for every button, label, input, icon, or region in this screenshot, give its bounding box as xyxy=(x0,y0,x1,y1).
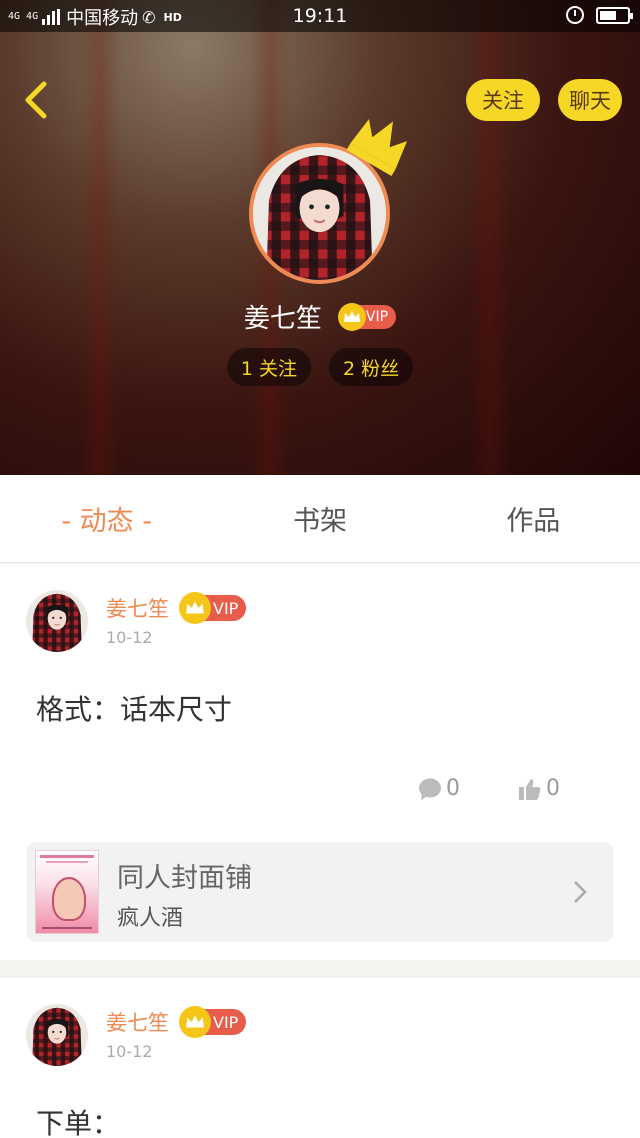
avatar[interactable] xyxy=(26,590,88,652)
like-button[interactable]: 0 xyxy=(518,776,560,801)
status-right xyxy=(566,6,633,24)
comment-icon xyxy=(419,778,441,800)
alarm-icon xyxy=(566,6,584,24)
back-button[interactable] xyxy=(18,80,58,120)
tab-works[interactable]: 作品 xyxy=(427,475,640,562)
status-bar: 4G 4G 中国移动 ✆ HD 19:11 xyxy=(0,0,640,32)
tab-bookshelf[interactable]: 书架 xyxy=(213,475,426,562)
card-title: 同人封面铺 xyxy=(117,863,252,894)
comment-count: 0 xyxy=(446,776,460,801)
card-subtitle: 疯人酒 xyxy=(117,906,184,931)
post-date: 10-12 xyxy=(106,1042,153,1061)
thumbs-up-icon xyxy=(519,778,541,800)
background-streak xyxy=(80,0,120,475)
vip-label: VIP xyxy=(213,1012,239,1032)
profile-name: 姜七笙 xyxy=(243,304,322,334)
vip-badge: VIP xyxy=(337,302,397,331)
linked-work-card[interactable]: 同人封面铺 疯人酒 xyxy=(27,842,613,942)
vip-badge: VIP xyxy=(179,592,247,624)
back-chevron-icon xyxy=(25,81,47,119)
avatar[interactable] xyxy=(26,1004,88,1066)
post-author[interactable]: 姜七笙 xyxy=(106,593,169,623)
background-streak xyxy=(470,0,510,475)
feed-post: 姜七笙 VIP 10-12 下单： xyxy=(0,978,640,1138)
post-text: 格式：话本尺寸 xyxy=(36,693,233,726)
post-author-row: 姜七笙 VIP xyxy=(106,1006,247,1038)
chat-button[interactable]: 聊天 xyxy=(558,79,622,121)
profile-name-row: 姜七笙 VIP xyxy=(0,298,640,335)
post-author[interactable]: 姜七笙 xyxy=(106,1007,169,1037)
post-text: 下单： xyxy=(36,1107,121,1138)
crown-coin-icon xyxy=(179,1006,211,1038)
feed-post: 姜七笙 VIP 10-12 格式：话本尺寸 0 0 同人封面铺 疯人酒 xyxy=(0,564,640,960)
crown-coin-icon xyxy=(179,592,211,624)
following-count[interactable]: 1 关注 xyxy=(226,348,311,386)
profile-tabs: - 动态 - 书架 作品 xyxy=(0,475,640,563)
crown-coin-icon xyxy=(337,302,366,331)
post-actions: 0 0 xyxy=(418,776,560,801)
battery-icon xyxy=(596,6,633,24)
vip-badge: VIP xyxy=(179,1006,247,1038)
vip-label: VIP xyxy=(213,598,239,618)
followers-count[interactable]: 2 粉丝 xyxy=(329,348,414,386)
post-author-row: 姜七笙 VIP xyxy=(106,592,247,624)
comment-button[interactable]: 0 xyxy=(418,776,460,801)
vip-label: VIP xyxy=(365,308,389,325)
like-count: 0 xyxy=(546,776,560,801)
work-cover-thumbnail xyxy=(35,850,99,934)
post-date: 10-12 xyxy=(106,628,153,647)
follow-button[interactable]: 关注 xyxy=(466,79,540,121)
clock: 19:11 xyxy=(292,5,348,27)
profile-stats: 1 关注 2 粉丝 xyxy=(0,348,640,386)
crown-icon xyxy=(346,119,408,177)
tab-activity[interactable]: - 动态 - xyxy=(0,475,213,562)
chevron-right-icon xyxy=(574,881,587,903)
